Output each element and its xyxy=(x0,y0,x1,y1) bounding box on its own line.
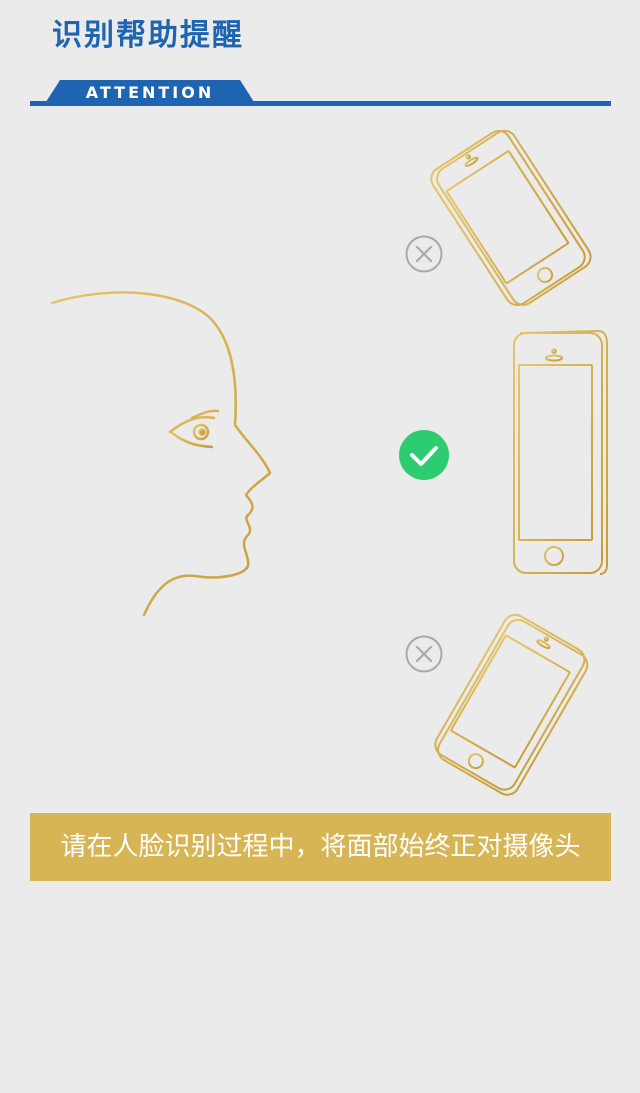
illustration xyxy=(0,120,640,800)
close-circle-icon-bottom xyxy=(405,635,443,673)
face-phone-illustration xyxy=(50,129,608,796)
phone-upright-drawing xyxy=(513,329,608,575)
face-profile-drawing xyxy=(50,291,272,617)
phone-tilted-back-drawing xyxy=(430,129,592,307)
close-circle-icon-top xyxy=(405,235,443,273)
attention-tab: ATTENTION xyxy=(44,80,256,105)
attention-bar: ATTENTION xyxy=(30,80,611,106)
page-title: 识别帮助提醒 xyxy=(52,18,244,53)
instruction-caption: 请在人脸识别过程中，将面部始终正对摄像头 xyxy=(30,813,611,881)
check-circle-icon xyxy=(399,430,449,480)
phone-tilted-forward-drawing xyxy=(434,613,589,796)
